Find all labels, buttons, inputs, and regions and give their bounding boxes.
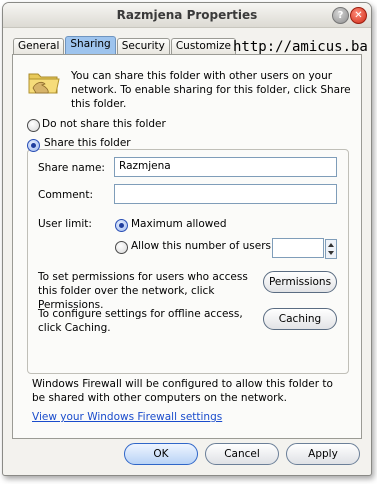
maximum-allowed-label[interactable]: Maximum allowed (131, 218, 226, 230)
ok-button[interactable]: OK (124, 443, 198, 465)
firewall-notice-text: Windows Firewall will be configured to a… (32, 378, 333, 404)
firewall-settings-link[interactable]: View your Windows Firewall settings (32, 411, 222, 423)
share-name-label: Share name: (38, 162, 105, 174)
window-title: Razmjena Properties (116, 8, 258, 22)
user-count-spinner[interactable] (325, 239, 337, 259)
share-group-box (27, 149, 349, 374)
maximum-allowed-radio[interactable] (115, 219, 128, 232)
tab-general[interactable]: General (13, 38, 65, 54)
permissions-button[interactable]: Permissions (263, 271, 337, 293)
do-not-share-radio[interactable] (27, 119, 40, 132)
caching-button[interactable]: Caching (263, 308, 337, 330)
share-folder-label[interactable]: Share this folder (41, 137, 134, 149)
help-icon[interactable]: ? (332, 7, 349, 24)
tab-strip: General Sharing Security Customize (13, 36, 237, 54)
tab-customize[interactable]: Customize (170, 38, 236, 54)
share-name-field[interactable]: Razmjena (114, 157, 337, 177)
title-bar[interactable]: Razmjena Properties ? ✕ (3, 3, 371, 28)
cancel-button[interactable]: Cancel (205, 443, 279, 465)
permissions-help-text: To set permissions for users who access … (38, 271, 248, 311)
comment-field[interactable] (114, 184, 337, 204)
spinner-up-icon[interactable] (328, 243, 334, 247)
spinner-down-icon[interactable] (328, 251, 334, 255)
comment-label: Comment: (38, 189, 93, 201)
watermark-text: http://amicus.ba (233, 39, 368, 55)
shared-folder-icon (28, 73, 60, 94)
sharing-intro-text: You can share this folder with other use… (71, 70, 351, 110)
allow-number-label[interactable]: Allow this number of users: (131, 240, 275, 252)
close-icon[interactable]: ✕ (350, 7, 367, 24)
allow-number-radio[interactable] (115, 241, 128, 254)
sharing-panel: You can share this folder with other use… (12, 54, 362, 439)
caching-help-text: To configure settings for offline access… (38, 308, 243, 334)
properties-dialog: Razmjena Properties ? ✕ General Sharing … (2, 2, 372, 476)
do-not-share-label[interactable]: Do not share this folder (42, 118, 166, 130)
tab-security[interactable]: Security (116, 38, 170, 54)
user-count-field[interactable] (272, 238, 324, 258)
apply-button[interactable]: Apply (286, 443, 360, 465)
user-limit-label: User limit: (38, 218, 92, 230)
tab-sharing[interactable]: Sharing (65, 36, 116, 54)
share-folder-radio[interactable] (27, 139, 40, 152)
